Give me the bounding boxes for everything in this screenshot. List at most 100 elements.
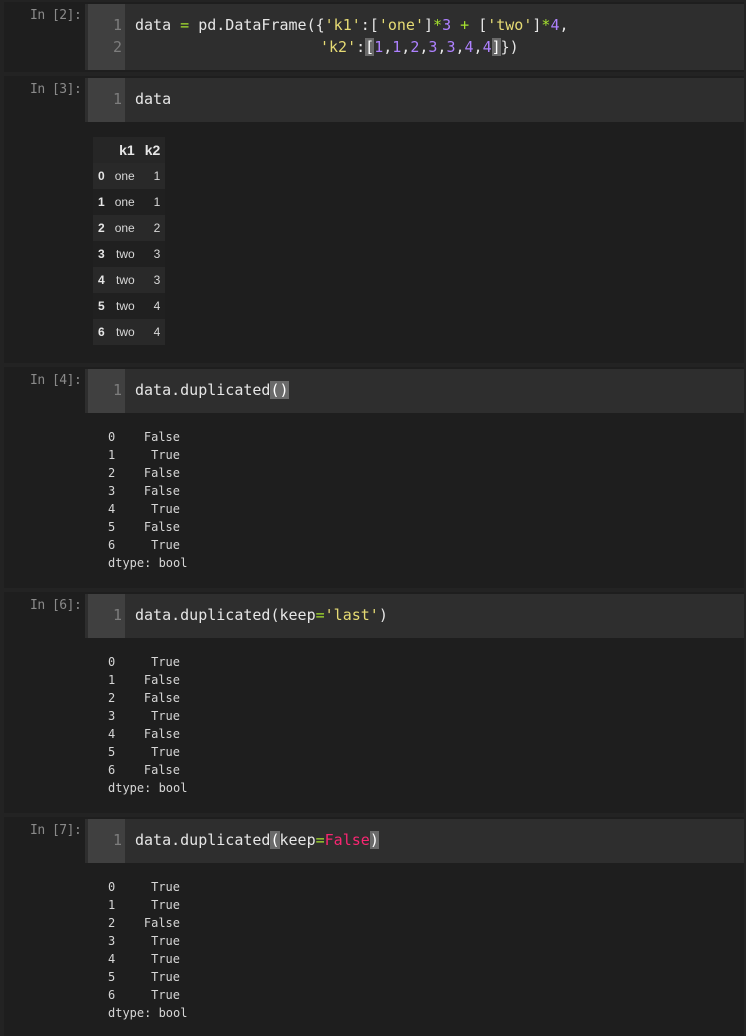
code-token: ] bbox=[424, 16, 434, 34]
series-index: 5 bbox=[108, 745, 116, 759]
code-cell-3[interactable]: In [3]: 1 data k1 k2 0 one 1 1 one 1 2 o… bbox=[4, 76, 744, 363]
table-cell: one bbox=[114, 169, 135, 183]
output-line: 0 True bbox=[108, 878, 187, 896]
table-row: 6 two 4 bbox=[93, 319, 166, 345]
code-cell-2[interactable]: In [2]: 1 2 data = pd.DataFrame({'k1':['… bbox=[4, 2, 744, 72]
output-line: 5 True bbox=[108, 968, 187, 986]
series-index: 0 bbox=[108, 655, 116, 669]
series-index: 2 bbox=[108, 916, 116, 930]
dtype-line: dtype: bool bbox=[108, 781, 188, 795]
code-cell-4[interactable]: In [4]: 1 data.duplicated() 0 False 1 True… bbox=[4, 367, 744, 588]
output-line: 1 True bbox=[108, 896, 187, 914]
code-token: ) bbox=[369, 831, 379, 849]
output-line: 1 True bbox=[108, 446, 187, 464]
code-token: data bbox=[135, 16, 172, 34]
code-token: , bbox=[401, 38, 411, 56]
series-index: 4 bbox=[108, 727, 116, 741]
code-token: 4 bbox=[482, 38, 492, 56]
code-editor[interactable]: 1 data.duplicated() bbox=[85, 369, 744, 413]
series-value: False bbox=[143, 520, 180, 534]
series-value: False bbox=[143, 673, 180, 687]
series-index: 3 bbox=[108, 934, 116, 948]
output-line: 1 False bbox=[108, 671, 187, 689]
output-line: 2 False bbox=[108, 689, 187, 707]
code-token: , bbox=[455, 38, 465, 56]
series-value: False bbox=[143, 916, 180, 930]
series-index: 1 bbox=[108, 673, 116, 687]
series-value: True bbox=[151, 448, 180, 462]
code-token: [ bbox=[365, 38, 375, 56]
row-index: 4 bbox=[98, 273, 105, 287]
code-token: 'k1' bbox=[324, 16, 361, 34]
code-token: , bbox=[473, 38, 483, 56]
series-value: False bbox=[143, 466, 180, 480]
row-index: 3 bbox=[98, 247, 105, 261]
code-line[interactable]: 'k2':[1,1,2,3,3,4,4]}) bbox=[320, 38, 519, 56]
output-line: 2 False bbox=[108, 914, 187, 932]
line-number-gutter: 1 bbox=[88, 78, 125, 122]
input-prompt: In [2]: bbox=[30, 8, 82, 23]
dtype-line: dtype: bool bbox=[108, 556, 188, 570]
row-index: 1 bbox=[98, 195, 105, 209]
line-number: 1 bbox=[112, 90, 122, 108]
code-editor[interactable]: 1 2 data = pd.DataFrame({'k1':['one']*3 … bbox=[85, 4, 744, 70]
output-line: 4 True bbox=[108, 950, 187, 968]
line-number: 1 bbox=[112, 381, 122, 399]
code-line[interactable]: data.duplicated(keep=False) bbox=[135, 831, 379, 849]
table-cell: one bbox=[114, 221, 135, 235]
code-editor[interactable]: 1 data.duplicated(keep='last') bbox=[85, 594, 744, 638]
code-cell-6[interactable]: In [6]: 1 data.duplicated(keep='last') 0… bbox=[4, 592, 744, 813]
table-cell: two bbox=[116, 273, 135, 287]
output-line: 0 True bbox=[108, 653, 187, 671]
series-index: 1 bbox=[108, 898, 116, 912]
code-token: [ bbox=[478, 16, 488, 34]
series-value: True bbox=[151, 988, 180, 1002]
input-prompt: In [6]: bbox=[30, 598, 82, 613]
input-prompt: In [7]: bbox=[30, 823, 82, 838]
code-token: 1 bbox=[374, 38, 384, 56]
code-line[interactable]: data.duplicated(keep='last') bbox=[135, 606, 388, 624]
code-token: : bbox=[356, 38, 366, 56]
output-line: 3 True bbox=[108, 707, 187, 725]
code-token: = bbox=[315, 606, 325, 624]
series-index: 4 bbox=[108, 952, 116, 966]
table-cell: 4 bbox=[153, 325, 161, 339]
series-value: True bbox=[151, 538, 180, 552]
table-cell: two bbox=[116, 325, 135, 339]
table-cell: 1 bbox=[153, 169, 161, 183]
row-index: 5 bbox=[98, 299, 105, 313]
output-line: 4 True bbox=[108, 500, 187, 518]
code-token: 1 bbox=[392, 38, 402, 56]
code-cell-7[interactable]: In [7]: 1 data.duplicated(keep=False) 0T… bbox=[4, 817, 744, 1036]
line-number-gutter: 1 bbox=[88, 594, 125, 638]
table-cell: 1 bbox=[153, 195, 161, 209]
series-value: True bbox=[151, 502, 180, 516]
code-line[interactable]: data.duplicated() bbox=[135, 381, 289, 399]
line-number-gutter: 1 bbox=[88, 369, 125, 413]
code-token: 4 bbox=[464, 38, 474, 56]
output-text: 0 True 1 False 2 False 3 True 4 False 5 True 6… bbox=[108, 653, 187, 797]
input-prompt: In [4]: bbox=[30, 373, 82, 388]
series-index: 2 bbox=[108, 691, 116, 705]
code-line[interactable]: data = pd.DataFrame({'k1':['one']*3 + ['… bbox=[135, 16, 569, 34]
code-line[interactable]: data bbox=[135, 90, 171, 108]
series-index: 3 bbox=[108, 709, 116, 723]
code-editor[interactable]: 1 data bbox=[85, 78, 744, 122]
code-token: :[ bbox=[360, 16, 379, 34]
code-token: pd.DataFrame({ bbox=[198, 16, 325, 34]
code-token: , bbox=[559, 16, 569, 34]
series-value: False bbox=[143, 727, 180, 741]
line-number: 1 bbox=[112, 831, 122, 849]
code-token: data.duplicated bbox=[135, 381, 271, 399]
code-token: + bbox=[460, 16, 470, 34]
series-value: True bbox=[151, 655, 180, 669]
code-token: 'last' bbox=[324, 606, 379, 624]
table-cell: 2 bbox=[153, 221, 161, 235]
code-token: keep bbox=[279, 831, 316, 849]
output-line: 3 True bbox=[108, 932, 187, 950]
code-editor[interactable]: 1 data.duplicated(keep=False) bbox=[85, 819, 744, 863]
code-token: 3 bbox=[442, 16, 452, 34]
table-row: 5 two 4 bbox=[93, 293, 166, 319]
code-token: 'one' bbox=[378, 16, 424, 34]
series-index: 0 bbox=[108, 430, 116, 444]
